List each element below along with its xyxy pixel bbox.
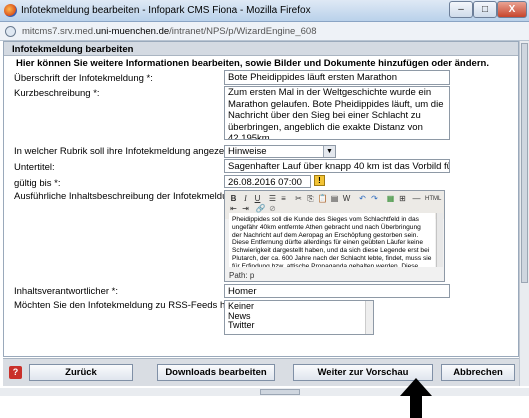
edit-dialog: Infotekmeldung bearbeiten Hier können Si… — [3, 41, 519, 357]
rss-feed-list[interactable]: Keiner News Twitter — [224, 300, 374, 335]
italic-icon[interactable]: I — [240, 194, 251, 204]
dialog-button-bar: ? Zurück Downloads bearbeiten Weiter zur… — [3, 358, 519, 386]
window-title: Infotekmeldung bearbeiten - Infopark CMS… — [21, 5, 311, 16]
cancel-button[interactable]: Abbrechen — [441, 364, 515, 381]
underline-icon[interactable]: U — [252, 194, 263, 204]
redo-icon[interactable]: ↷ — [369, 194, 380, 204]
hr-icon[interactable]: — — [411, 194, 422, 204]
richtext-editor[interactable]: B I U ☰ ≡ ✂ ⎘ 📋 ▤ W ↶ ↷ ▦ ⊞ — HTML ⇤ ⇥ 🔗… — [224, 190, 445, 282]
editor-path: Path: p — [229, 271, 255, 280]
help-icon[interactable]: ? — [9, 366, 22, 379]
chevron-down-icon[interactable]: ▼ — [323, 146, 335, 157]
minimize-button[interactable]: – — [449, 1, 473, 18]
rubric-selected: Hinweise — [228, 146, 267, 157]
undo-icon[interactable]: ↶ — [357, 194, 368, 204]
arrow-up-icon — [400, 378, 432, 418]
calendar-icon[interactable]: ! — [314, 175, 325, 186]
cut-icon[interactable]: ✂ — [293, 194, 304, 204]
rss-option[interactable]: Twitter — [228, 320, 370, 331]
table-icon[interactable]: ⊞ — [397, 194, 408, 204]
editor-content[interactable]: Pheidippides soll die Kunde des Sieges v… — [229, 213, 435, 267]
responsible-input[interactable]: Homer — [224, 284, 450, 298]
list-scrollbar[interactable] — [365, 301, 373, 334]
paste-word-icon[interactable]: W — [341, 194, 352, 204]
summary-label: Kurzbeschreibung *: — [14, 88, 100, 99]
subtitle-input[interactable]: Sagenhafter Lauf über knapp 40 km ist da… — [224, 159, 450, 173]
detail-label: Ausführliche Inhaltsbeschreibung der Inf… — [14, 191, 241, 202]
rubric-select[interactable]: Hinweise ▼ — [224, 145, 336, 158]
horizontal-scrollbar[interactable] — [0, 388, 529, 396]
scrollbar-thumb[interactable] — [521, 43, 528, 283]
firefox-icon — [4, 4, 17, 17]
headline-input[interactable]: Bote Pheidippides läuft ersten Marathon — [224, 70, 450, 85]
url-text[interactable]: mitcms7.srv.med.uni-muenchen.de/intranet… — [22, 26, 316, 37]
close-window-button[interactable]: X — [497, 1, 527, 18]
subtitle-label: Untertitel: — [14, 162, 55, 173]
dialog-intro: Hier können Sie weitere Informationen be… — [16, 58, 489, 69]
copy-icon[interactable]: ⎘ — [305, 194, 316, 204]
vertical-scrollbar[interactable] — [519, 41, 529, 386]
ordered-list-icon[interactable]: ≡ — [278, 194, 289, 204]
headline-label: Überschrift der Infotekmeldung *: — [14, 73, 153, 84]
editor-scrollbar[interactable] — [436, 213, 443, 267]
dialog-header: Infotekmeldung bearbeiten — [4, 42, 518, 56]
globe-icon — [5, 26, 16, 37]
valid-until-input[interactable]: 26.08.2016 07:00 — [224, 175, 311, 188]
maximize-button[interactable]: □ — [473, 1, 497, 18]
paste-icon[interactable]: 📋 — [317, 194, 328, 204]
address-bar[interactable]: mitcms7.srv.med.uni-muenchen.de/intranet… — [0, 22, 529, 41]
bold-icon[interactable]: B — [228, 194, 239, 204]
unordered-list-icon[interactable]: ☰ — [267, 194, 278, 204]
back-button[interactable]: Zurück — [29, 364, 133, 381]
image-icon[interactable]: ▦ — [385, 194, 396, 204]
responsible-label: Inhaltsverantwortlicher *: — [14, 286, 119, 297]
valid-until-label: gültig bis *: — [14, 178, 61, 189]
summary-textarea[interactable]: Zum ersten Mal in der Weltgeschichte wur… — [224, 86, 450, 140]
window-titlebar: Infotekmeldung bearbeiten - Infopark CMS… — [0, 0, 529, 22]
scrollbar-thumb[interactable] — [260, 389, 300, 395]
paste-text-icon[interactable]: ▤ — [329, 194, 340, 204]
edit-downloads-button[interactable]: Downloads bearbeiten — [157, 364, 275, 381]
html-icon[interactable]: HTML — [425, 194, 441, 204]
